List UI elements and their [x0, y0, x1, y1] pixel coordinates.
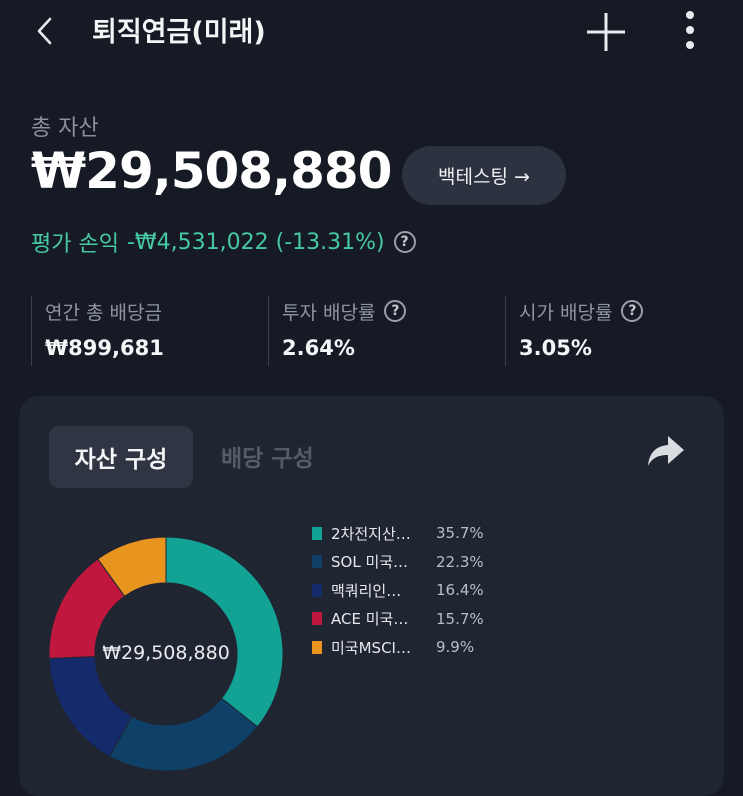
plus-icon	[587, 13, 625, 51]
stat-value: ₩899,681	[45, 336, 164, 360]
legend-name: 미국MSCI…	[331, 638, 411, 657]
donut-center-total: ₩29,508,880	[102, 642, 230, 664]
legend-swatch	[312, 526, 322, 540]
total-assets-label: 총 자산	[31, 116, 99, 141]
chevron-left-icon	[37, 17, 52, 45]
stat-value: 2.64%	[282, 336, 355, 360]
legend-name: ACE 미국…	[331, 610, 409, 629]
stat-label: 시가 배당률	[519, 301, 613, 324]
legend-percent: 15.7%	[436, 609, 484, 628]
legend-name: 2차전지산…	[331, 524, 411, 543]
stat-value: 3.05%	[519, 336, 592, 360]
share-button[interactable]	[644, 432, 688, 472]
legend-name: 맥쿼리인…	[331, 581, 402, 600]
stat-annual-dividend: 연간 총 배당금 ₩899,681	[31, 296, 164, 366]
pnl-value: -₩4,531,022 (-13.31%)	[126, 229, 385, 255]
vertical-dots-icon	[686, 11, 694, 49]
pnl-label: 평가 손익	[31, 232, 119, 257]
legend-item: 맥쿼리인… 16.4%	[312, 576, 484, 605]
more-options-button[interactable]	[672, 8, 708, 52]
legend-swatch	[312, 555, 322, 569]
back-button[interactable]	[30, 14, 64, 48]
help-icon[interactable]: ?	[393, 231, 416, 253]
tab-asset-composition[interactable]: 자산 구성	[49, 426, 193, 488]
help-icon[interactable]: ?	[621, 300, 644, 322]
legend-item: 미국MSCI… 9.9%	[312, 633, 484, 662]
legend-item: SOL 미국… 22.3%	[312, 548, 484, 577]
stat-market-yield: 시가 배당률? 3.05%	[505, 296, 644, 366]
legend-swatch	[312, 612, 322, 626]
pnl-row: 평가 손익 -₩4,531,022 (-13.31%) ?	[31, 226, 416, 258]
backtest-button[interactable]: 백테스팅 →	[402, 146, 566, 205]
legend-swatch	[312, 583, 322, 597]
share-arrow-icon	[648, 436, 684, 466]
stat-label: 투자 배당률	[282, 301, 376, 324]
legend-percent: 9.9%	[436, 638, 475, 657]
page-title: 퇴직연금(미래)	[92, 17, 266, 48]
donut-slice[interactable]	[108, 697, 259, 772]
tab-dividend-composition[interactable]: 배당 구성	[221, 439, 314, 473]
add-button[interactable]	[584, 10, 628, 54]
legend-percent: 35.7%	[436, 524, 484, 543]
stat-label: 연간 총 배당금	[45, 301, 162, 324]
stat-investment-yield: 투자 배당률? 2.64%	[268, 296, 407, 366]
legend-swatch	[312, 640, 322, 654]
legend-percent: 16.4%	[436, 581, 484, 600]
help-icon[interactable]: ?	[384, 300, 407, 322]
legend-name: SOL 미국…	[331, 553, 409, 572]
chart-legend: 2차전지산… 35.7% SOL 미국… 22.3% 맥쿼리인… 16.4% A…	[312, 519, 484, 662]
total-assets-amount: ₩29,508,880	[31, 142, 392, 200]
donut-slice[interactable]	[165, 536, 284, 728]
legend-percent: 22.3%	[436, 552, 484, 571]
legend-item: 2차전지산… 35.7%	[312, 519, 484, 548]
legend-item: ACE 미국… 15.7%	[312, 605, 484, 634]
